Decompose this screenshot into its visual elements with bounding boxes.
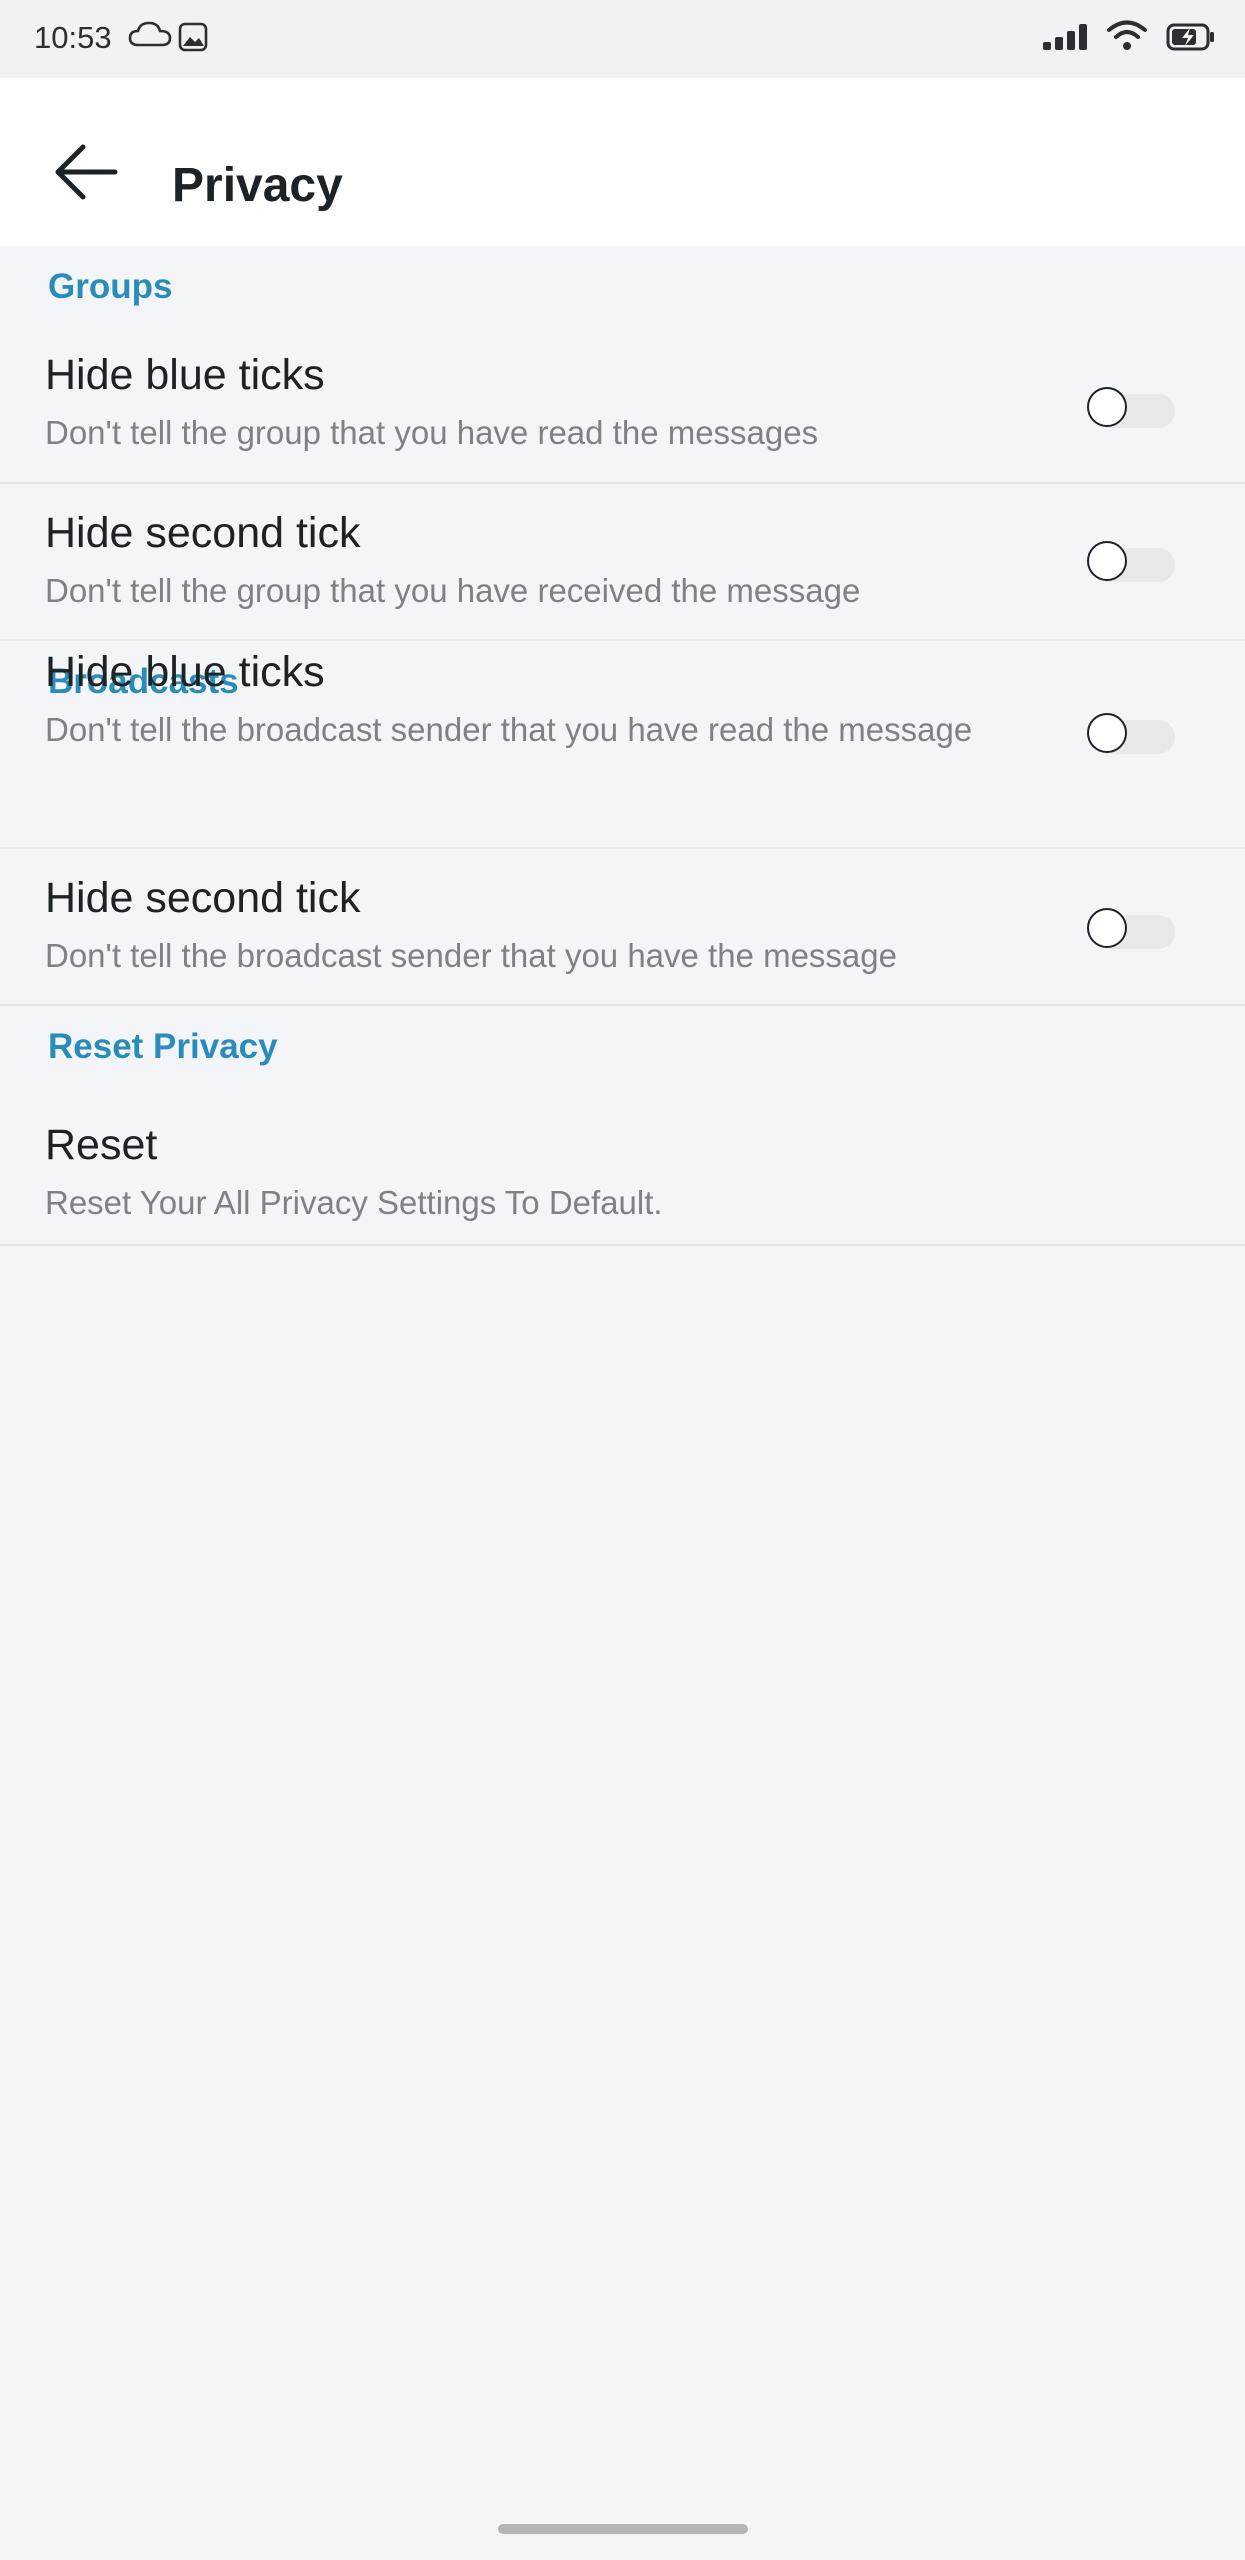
setting-title: Hide blue ticks [45,648,325,696]
cloud-icon [128,20,172,53]
setting-title: Hide second tick [45,874,361,922]
setting-title: Hide blue ticks [45,351,325,399]
setting-description: Don't tell the group that you have read … [45,414,819,451]
setting-row-broadcasts-hide-blue-ticks[interactable]: Hide blue ticks Don't tell the broadcast… [0,559,1245,849]
setting-row-broadcasts-hide-second-tick[interactable]: Hide second tick Don't tell the broadcas… [0,849,1245,1006]
section-header-reset-privacy: Reset Privacy [48,1027,278,1066]
gallery-icon [178,22,208,57]
setting-title: Hide second tick [45,509,361,557]
wifi-icon [1106,18,1148,57]
setting-description: Don't tell the broadcast sender that you… [45,711,973,748]
toggle-thumb [1087,713,1127,753]
settings-list: Groups Hide blue ticks Don't tell the gr… [0,246,1245,1246]
broadcasts-hide-second-tick-toggle[interactable] [1087,907,1175,951]
setting-description: Don't tell the broadcast sender that you… [45,937,897,974]
broadcasts-hide-blue-ticks-toggle[interactable] [1087,712,1175,756]
section-header-groups: Groups [48,267,173,306]
setting-title: Reset [45,1121,158,1169]
setting-row-groups-hide-blue-ticks[interactable]: Hide blue ticks Don't tell the group tha… [0,328,1245,484]
back-button[interactable] [40,128,132,220]
groups-hide-blue-ticks-toggle[interactable] [1087,386,1175,430]
home-indicator[interactable] [498,2524,748,2534]
arrow-left-icon [53,141,119,208]
status-bar: 10:53 [0,0,1245,78]
battery-charging-icon [1166,22,1216,57]
toggle-thumb [1087,387,1127,427]
signal-icon [1043,24,1089,55]
setting-row-reset[interactable]: Reset Reset Your All Privacy Settings To… [0,1088,1245,1246]
page-title: Privacy [172,159,343,212]
app-header: Privacy [0,78,1245,246]
toggle-thumb [1087,908,1127,948]
setting-description: Reset Your All Privacy Settings To Defau… [45,1184,663,1221]
status-time: 10:53 [34,20,112,55]
